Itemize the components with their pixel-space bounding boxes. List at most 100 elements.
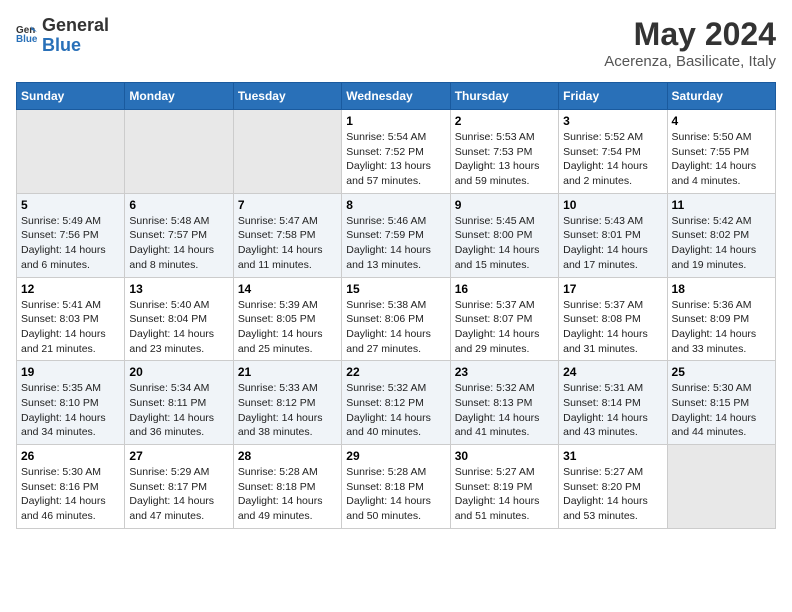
day-number: 26 [21, 449, 120, 463]
day-number: 30 [455, 449, 554, 463]
calendar-cell: 29 Sunrise: 5:28 AMSunset: 8:18 PMDayligh… [342, 445, 450, 529]
day-number: 7 [238, 198, 337, 212]
calendar-cell: 16 Sunrise: 5:37 AMSunset: 8:07 PMDayligh… [450, 277, 558, 361]
day-info: Sunrise: 5:42 AMSunset: 8:02 PMDaylight:… [672, 214, 771, 273]
calendar-header: SundayMondayTuesdayWednesdayThursdayFrid… [17, 83, 776, 110]
sunset-label: Sunset: 8:06 PM [346, 313, 424, 325]
day-number: 15 [346, 282, 445, 296]
day-info: Sunrise: 5:43 AMSunset: 8:01 PMDaylight:… [563, 214, 662, 273]
logo-general: General [42, 16, 109, 36]
day-number: 23 [455, 365, 554, 379]
sunset-label: Sunset: 8:12 PM [238, 397, 316, 409]
calendar-cell: 23Sunrise: 5:32 AMSunset: 8:13 PMDayligh… [450, 361, 558, 445]
daylight-label: Daylight: 14 hours and 21 minutes. [21, 328, 106, 355]
sunset-label: Sunset: 8:14 PM [563, 397, 641, 409]
day-number: 11 [672, 198, 771, 212]
daylight-label: Daylight: 14 hours and 41 minutes. [455, 412, 540, 439]
sunset-label: Sunset: 8:17 PM [129, 481, 207, 493]
day-info: Sunrise: 5:38 AMSunset: 8:06 PMDaylight:… [346, 298, 445, 357]
sunrise-label: Sunrise: 5:48 AM [129, 215, 209, 227]
day-of-week-header: Tuesday [233, 83, 341, 110]
day-number: 16 [455, 282, 554, 296]
day-number: 22 [346, 365, 445, 379]
day-info: Sunrise: 5:40 AMSunset: 8:04 PMDaylight:… [129, 298, 228, 357]
day-of-week-header: Wednesday [342, 83, 450, 110]
sunset-label: Sunset: 8:20 PM [563, 481, 641, 493]
daylight-label: Daylight: 14 hours and 31 minutes. [563, 328, 648, 355]
daylight-label: Daylight: 14 hours and 29 minutes. [455, 328, 540, 355]
sunrise-label: Sunrise: 5:28 AM [346, 466, 426, 478]
logo: Gen Blue General Blue [16, 16, 109, 56]
sunset-label: Sunset: 8:15 PM [672, 397, 750, 409]
sunrise-label: Sunrise: 5:29 AM [129, 466, 209, 478]
logo-icon: Gen Blue [16, 22, 38, 49]
sunrise-label: Sunrise: 5:27 AM [563, 466, 643, 478]
sunrise-label: Sunrise: 5:53 AM [455, 131, 535, 143]
sunrise-label: Sunrise: 5:31 AM [563, 382, 643, 394]
calendar-cell: 12 Sunrise: 5:41 AM Sunset: 8:03 PM Dayligh… [17, 277, 125, 361]
day-info: Sunrise: 5:37 AMSunset: 8:07 PMDaylight:… [455, 298, 554, 357]
day-number: 25 [672, 365, 771, 379]
daylight-label: Daylight: 14 hours and 2 minutes. [563, 160, 648, 187]
day-number: 27 [129, 449, 228, 463]
day-info: Sunrise: 5:30 AMSunset: 8:15 PMDaylight:… [672, 381, 771, 440]
daylight-label: Daylight: 14 hours and 6 minutes. [21, 244, 106, 271]
sunset-label: Sunset: 7:58 PM [238, 229, 316, 241]
calendar-cell: 17Sunrise: 5:37 AMSunset: 8:08 PMDayligh… [559, 277, 667, 361]
day-number: 12 [21, 282, 120, 296]
calendar-cell: 27Sunrise: 5:29 AMSunset: 8:17 PMDayligh… [125, 445, 233, 529]
day-number: 14 [238, 282, 337, 296]
daylight-label: Daylight: 14 hours and 17 minutes. [563, 244, 648, 271]
calendar-cell: 21Sunrise: 5:33 AMSunset: 8:12 PMDayligh… [233, 361, 341, 445]
day-info: Sunrise: 5:39 AMSunset: 8:05 PMDaylight:… [238, 298, 337, 357]
sunset-label: Sunset: 8:09 PM [672, 313, 750, 325]
sunset-label: Sunset: 8:18 PM [238, 481, 316, 493]
calendar-week-row: 19Sunrise: 5:35 AMSunset: 8:10 PMDayligh… [17, 361, 776, 445]
daylight-label: Daylight: 14 hours and 15 minutes. [455, 244, 540, 271]
day-number: 1 [346, 114, 445, 128]
sunrise-label: Sunrise: 5:46 AM [346, 215, 426, 227]
day-number: 13 [129, 282, 228, 296]
sunset-label: Sunset: 8:12 PM [346, 397, 424, 409]
sunrise-label: Sunrise: 5:42 AM [672, 215, 752, 227]
calendar-cell: 28Sunrise: 5:28 AMSunset: 8:18 PMDayligh… [233, 445, 341, 529]
calendar-cell: 9Sunrise: 5:45 AMSunset: 8:00 PMDaylight… [450, 193, 558, 277]
sunset-label: Sunset: 8:03 PM [21, 313, 99, 325]
sunset-label: Sunset: 8:13 PM [455, 397, 533, 409]
sunset-label: Sunset: 8:07 PM [455, 313, 533, 325]
sunrise-label: Sunrise: 5:41 AM [21, 299, 101, 311]
sunrise-label: Sunrise: 5:45 AM [455, 215, 535, 227]
calendar-cell: 25 Sunrise: 5:30 AMSunset: 8:15 PMDayligh… [667, 361, 775, 445]
daylight-label: Daylight: 14 hours and 4 minutes. [672, 160, 757, 187]
calendar-cell: 15 Sunrise: 5:38 AMSunset: 8:06 PMDayligh… [342, 277, 450, 361]
sunrise-label: Sunrise: 5:37 AM [563, 299, 643, 311]
day-info: Sunrise: 5:41 AM Sunset: 8:03 PM Daylight:… [21, 298, 120, 357]
daylight-label: Daylight: 14 hours and 46 minutes. [21, 495, 106, 522]
daylight-label: Daylight: 14 hours and 40 minutes. [346, 412, 431, 439]
day-info: Sunrise: 5:47 AMSunset: 7:58 PMDaylight:… [238, 214, 337, 273]
calendar-week-row: 5Sunrise: 5:49 AMSunset: 7:56 PMDaylight… [17, 193, 776, 277]
daylight-label: Daylight: 14 hours and 43 minutes. [563, 412, 648, 439]
calendar-cell [17, 110, 125, 194]
day-number: 6 [129, 198, 228, 212]
day-info: Sunrise: 5:36 AMSunset: 8:09 PMDaylight:… [672, 298, 771, 357]
day-info: Sunrise: 5:50 AMSunset: 7:55 PMDaylight:… [672, 130, 771, 189]
calendar-cell [667, 445, 775, 529]
day-number: 29 [346, 449, 445, 463]
day-number: 8 [346, 198, 445, 212]
day-info: Sunrise: 5:45 AMSunset: 8:00 PMDaylight:… [455, 214, 554, 273]
day-number: 17 [563, 282, 662, 296]
daylight-label: Daylight: 14 hours and 49 minutes. [238, 495, 323, 522]
calendar-week-row: 12 Sunrise: 5:41 AM Sunset: 8:03 PM Dayligh… [17, 277, 776, 361]
sunrise-label: Sunrise: 5:28 AM [238, 466, 318, 478]
calendar-cell: 11 Sunrise: 5:42 AMSunset: 8:02 PMDayligh… [667, 193, 775, 277]
day-info: Sunrise: 5:53 AMSunset: 7:53 PMDaylight:… [455, 130, 554, 189]
day-info: Sunrise: 5:28 AMSunset: 8:18 PMDaylight:… [346, 465, 445, 524]
day-info: Sunrise: 5:31 AM Sunset: 8:14 PM Daylight:… [563, 381, 662, 440]
calendar-cell: 31Sunrise: 5:27 AMSunset: 8:20 PMDayligh… [559, 445, 667, 529]
daylight-label: Daylight: 14 hours and 50 minutes. [346, 495, 431, 522]
calendar-cell: 20Sunrise: 5:34 AMSunset: 8:11 PMDayligh… [125, 361, 233, 445]
title-area: May 2024 Acerenza, Basilicate, Italy [604, 16, 776, 70]
day-info: Sunrise: 5:33 AMSunset: 8:12 PMDaylight:… [238, 381, 337, 440]
daylight-label: Daylight: 14 hours and 8 minutes. [129, 244, 214, 271]
